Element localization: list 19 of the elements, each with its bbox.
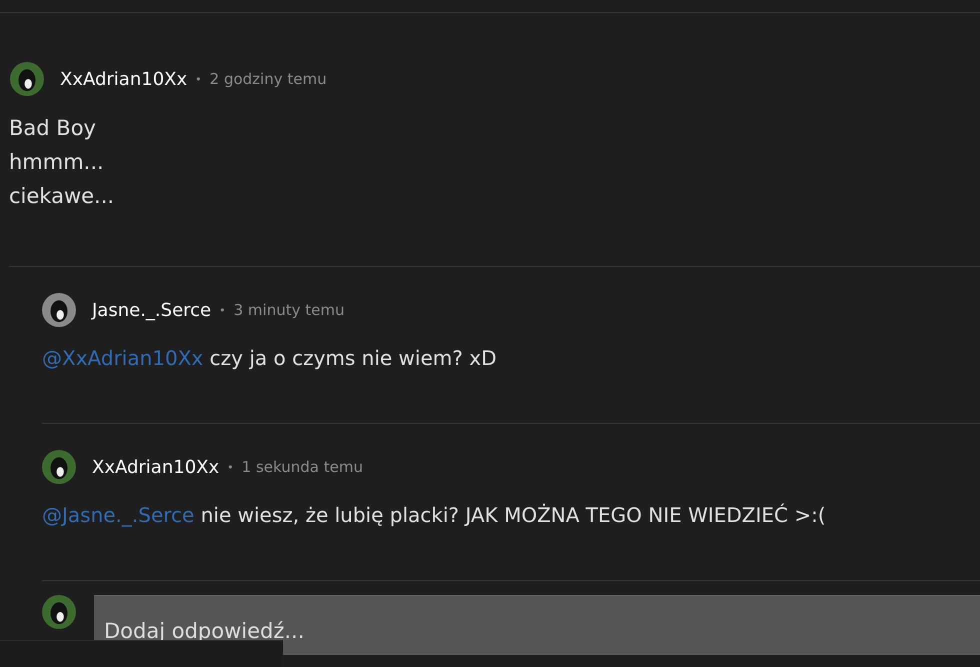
comment-time: 2 godziny temu [210,70,327,88]
avatar-icon[interactable] [42,450,76,484]
author-name[interactable]: Jasne._.Serce [92,300,212,320]
separator-dot: • [227,460,234,474]
comment-time: 3 minuty temu [234,301,344,319]
author-name[interactable]: XxAdrian10Xx [92,456,220,478]
reply-text: @Jasne._.Serce nie wiesz, że lubię placki? JAK MOŻNA TEGO NIE WIEDZIEĆ >:( [42,503,827,527]
separator-dot: • [195,72,202,86]
reply-input[interactable]: Dodaj odpowiedź... [94,595,980,655]
avatar-icon [42,595,76,629]
comment-text: hmmm... [9,149,105,176]
comment-time: 1 sekunda temu [242,458,363,476]
comment-text: ciekawe... [9,183,116,210]
reply-text: @XxAdrian10Xx czy ja o czyms nie wiem? xD [42,346,498,370]
separator-dot: • [219,304,226,316]
comment-text: Bad Boy [9,115,97,142]
avatar-icon[interactable] [10,62,44,96]
avatar-icon[interactable] [42,293,76,327]
author-name[interactable]: XxAdrian10Xx [60,68,188,90]
